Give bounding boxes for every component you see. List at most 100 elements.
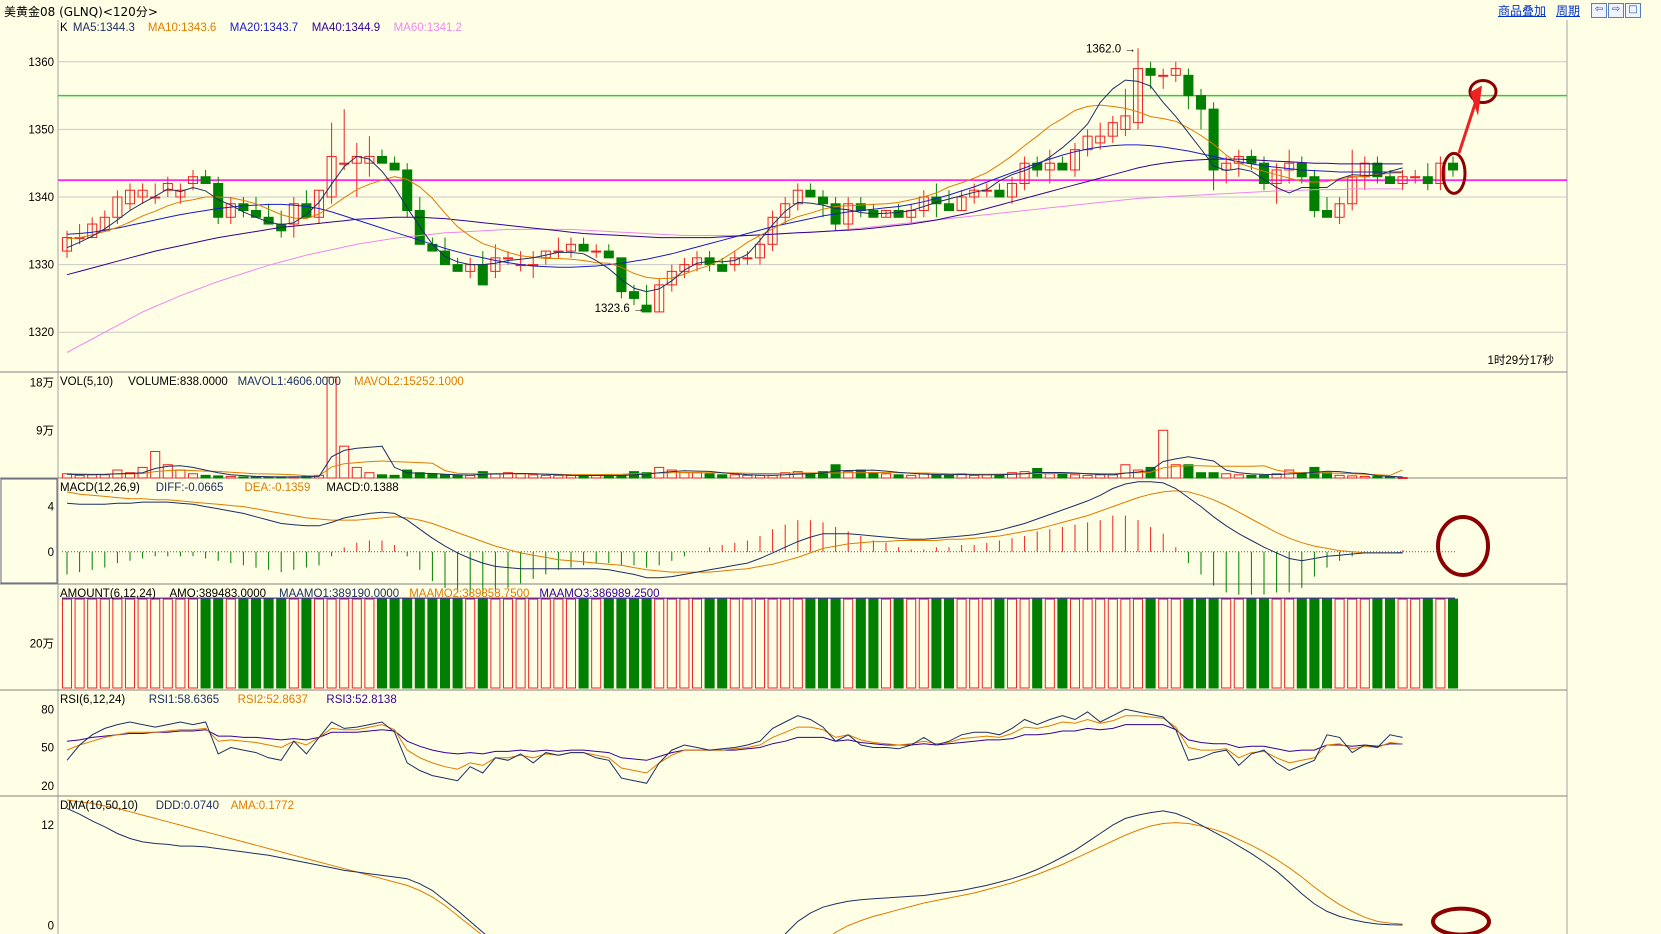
vol-legend-item: VOL(5,10) — [60, 376, 113, 388]
amount-bar — [1095, 598, 1106, 689]
dma-tick-label: 12 — [41, 820, 54, 832]
y-tick-label: 1340 — [28, 192, 54, 204]
vol-legend-item: VOLUME:838.0000 — [128, 376, 228, 388]
amount-bar — [654, 598, 665, 689]
volume-bar — [1397, 476, 1408, 479]
amount-bar — [61, 598, 73, 689]
volume-bar — [1069, 474, 1081, 479]
rsi-legend-item: RSI2:52.8637 — [238, 694, 308, 706]
candle — [402, 169, 413, 212]
amount-bar — [326, 598, 337, 689]
amount-bar — [591, 598, 602, 689]
volume-bar — [704, 473, 715, 479]
amount-bar — [767, 598, 778, 689]
amount-bar — [855, 598, 866, 689]
amount-bar — [880, 598, 892, 689]
amount-bar — [742, 598, 753, 689]
amount-bar — [175, 598, 186, 689]
volume-bar — [855, 469, 866, 479]
scroll-right-button[interactable]: ⇨ — [1608, 3, 1624, 18]
amount-bar — [1032, 598, 1043, 689]
candle — [477, 264, 488, 286]
volume-bar — [880, 473, 892, 479]
amount-bar — [994, 598, 1005, 689]
amount-bar — [717, 598, 728, 689]
amount-bar — [1195, 598, 1207, 689]
volume-bar — [1019, 471, 1030, 479]
dma-legend-item: DMA(10,50,10) — [60, 800, 138, 812]
amount-bar — [792, 598, 803, 689]
amount-bar — [1296, 598, 1307, 689]
amount-bar — [1208, 598, 1219, 689]
amount-bar — [87, 598, 98, 689]
amount-bar — [1258, 598, 1270, 689]
volume-bar — [1258, 474, 1270, 479]
amount-bar — [1397, 598, 1408, 689]
chart-area[interactable]: 1320 1330 1340 1350 1360 K MA5:1344.3 MA10:1343… — [0, 20, 1661, 934]
candle — [805, 189, 816, 198]
volume-bar — [1384, 476, 1396, 479]
y-tick-label: 1350 — [28, 124, 54, 136]
amount-bar — [414, 598, 425, 689]
volume-bar — [994, 474, 1005, 479]
candle — [817, 196, 829, 205]
amount-bar — [805, 598, 816, 689]
amount-bar — [1082, 598, 1093, 689]
amount-bar — [339, 598, 350, 689]
candle — [1410, 176, 1421, 179]
low-annotation: 1323.6 → — [595, 303, 645, 315]
amount-bar — [641, 598, 652, 689]
amount-bar — [528, 598, 539, 689]
candle — [1158, 74, 1169, 77]
volume-bar — [1221, 473, 1232, 479]
amount-legend-item: AMO:389483.0000 — [170, 588, 267, 600]
amount-bar — [288, 598, 299, 689]
volume-bar — [906, 474, 917, 479]
amount-bar — [1309, 598, 1320, 689]
volume-bar — [1158, 429, 1169, 479]
period-link[interactable]: 周期 — [1556, 2, 1580, 19]
fullscreen-button[interactable]: □ — [1625, 3, 1641, 18]
toolbar: 商品叠加 周期 ⇦ ⇨ □ — [1498, 2, 1641, 19]
amount-bar — [162, 598, 173, 689]
amount-bar — [616, 598, 627, 689]
amount-bar — [1422, 598, 1433, 689]
amount-bar — [830, 598, 841, 689]
candle — [717, 264, 728, 272]
dma-legend-item: DDD:0.0740 — [156, 800, 219, 812]
macd-legend-item: MACD:0.1388 — [326, 482, 398, 494]
amount-bar — [99, 598, 110, 689]
volume-bar — [528, 474, 539, 479]
amount-bar — [213, 598, 224, 689]
amount-bar — [981, 598, 992, 689]
volume-bar — [465, 474, 476, 479]
volume-bar — [1246, 474, 1257, 479]
amount-bar — [402, 598, 413, 689]
macd-legend-item: DEA:-0.1359 — [245, 482, 311, 494]
scroll-left-button[interactable]: ⇦ — [1591, 3, 1607, 18]
amount-bar — [1334, 598, 1345, 689]
amount-bar — [578, 598, 589, 689]
amount-bar — [313, 598, 325, 689]
overlay-link[interactable]: 商品叠加 — [1498, 2, 1546, 19]
amount-bar — [956, 598, 967, 689]
vol-tick-label: 9万 — [36, 425, 54, 437]
volume-bar — [1347, 475, 1358, 479]
amount-bar — [439, 598, 451, 689]
main-legend-item: MA10:1343.6 — [148, 22, 216, 34]
y-tick-label: 1330 — [28, 260, 54, 272]
volume-bar — [578, 475, 589, 479]
volume-bar — [969, 474, 980, 479]
candle — [238, 203, 249, 212]
volume-bar — [1359, 475, 1370, 479]
amount-bar — [200, 598, 211, 689]
rsi3-line — [66, 724, 1403, 761]
amount-bar — [1246, 598, 1257, 689]
amount-bar — [502, 598, 514, 689]
candle — [213, 182, 224, 218]
volume-bar — [238, 476, 249, 479]
volume-bar — [225, 475, 236, 479]
amount-bar — [1006, 598, 1018, 689]
ama-line — [66, 799, 1403, 934]
amount-legend-item: MAAMO1:389190.0000 — [279, 588, 399, 600]
